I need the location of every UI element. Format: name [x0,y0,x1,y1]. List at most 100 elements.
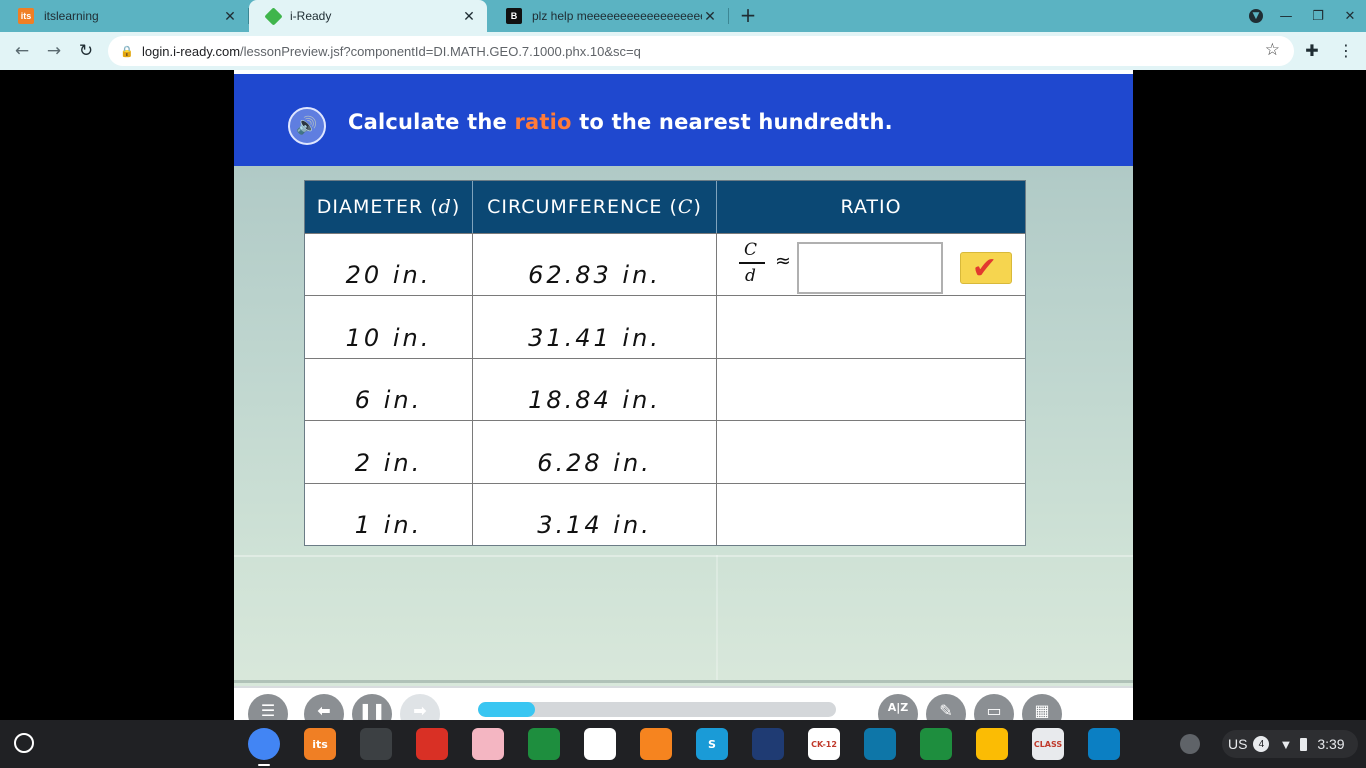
minimize-icon[interactable]: — [1272,0,1300,32]
url-text: login.i-ready.com/lessonPreview.jsf?comp… [142,43,641,59]
approx-symbol: ≈ [775,250,794,272]
lesson-progress-bar [478,702,836,717]
red-cube-icon[interactable] [416,728,448,760]
tab-brainly-question[interactable]: B plz help meeeeeeeeeeeeeeeeeeeeeeeee ✕ [488,0,728,32]
lesson-stage: 🔊 Calculate the ratio to the nearest hun… [234,70,1133,720]
address-bar[interactable]: 🔒 login.i-ready.com/lessonPreview.jsf?co… [108,36,1294,66]
speaker-icon[interactable]: 🔊 [288,107,326,145]
keyboard-locale: US [1228,736,1248,752]
close-icon[interactable]: ✕ [461,8,477,25]
close-icon[interactable]: ✕ [222,8,238,25]
active-app-indicator [258,764,270,766]
brainly-favicon-icon: B [506,8,522,24]
circumference-cell: 62.83 in. [473,234,717,296]
lock-icon: 🔒 [120,44,134,58]
close-icon[interactable]: ✕ [702,8,718,25]
table-row: 2 in. 6.28 in. [305,420,1025,483]
circumference-cell: 6.28 in. [473,421,717,483]
progress-fill [478,702,536,717]
lesson-control-bar: ☰ ⬅ ❚❚ ➡ A|Z ✎ ▭ ▦ [234,686,1133,720]
check-answer-button[interactable]: ✔ [960,250,1012,286]
diameter-cell: 1 in. [305,483,473,545]
background-wall-line [234,555,1133,557]
menu-list-icon[interactable]: ☰ [248,694,288,720]
tab-divider [728,8,729,24]
pause-icon[interactable]: ❚❚ [352,694,392,720]
ratio-cell [717,359,1025,420]
checkmark-icon: ✔ [971,250,1001,286]
itslearning-favicon-icon: its [18,8,34,24]
new-tab-button[interactable]: + [736,4,760,28]
ratio-cell [717,484,1025,545]
reload-icon[interactable]: ↻ [74,39,98,63]
diameter-cell: 10 in. [305,296,473,358]
bookmark-star-icon[interactable]: ☆ [1265,40,1280,60]
pink-app-icon[interactable] [472,728,504,760]
c-over-d-fraction: C d [739,240,765,286]
browser-toolbar: ← → ↻ 🔒 login.i-ready.com/lessonPreview.… [0,32,1366,70]
notepad-icon[interactable]: ▭ [974,694,1014,720]
class-app-icon[interactable]: CLASS [1032,728,1064,760]
header-circumference: CIRCUMFERENCE (C) [473,181,717,233]
close-window-icon[interactable]: ✕ [1336,0,1364,32]
menu-kebab-icon[interactable]: ⋮ [1334,39,1358,63]
ratio-cell [717,421,1025,482]
tab-itslearning[interactable]: its itslearning ✕ [0,0,248,32]
pencil-icon[interactable]: ✎ [926,694,966,720]
restore-icon[interactable]: ❐ [1304,0,1332,32]
geogebra-icon[interactable] [584,728,616,760]
os-shelf: its S CK-12 CLASS US 4 ▼ 3:39 [0,720,1366,768]
ratio-cell: C d ≈ ✔ [717,234,1025,295]
tab-title: plz help meeeeeeeeeeeeeeeeeeeeeeeee [532,9,702,23]
ratio-answer-input[interactable] [797,242,943,294]
classroom-icon[interactable] [920,728,952,760]
chrome-icon[interactable] [248,728,280,760]
drive-icon[interactable] [976,728,1008,760]
table-header-row: DIAMETER (d) CIRCUMFERENCE (C) RATIO [305,181,1025,233]
diameter-cell: 20 in. [305,234,473,296]
camera-icon[interactable] [360,728,392,760]
forward-arrow-icon: ➡ [400,694,440,720]
ck12-icon[interactable]: CK-12 [808,728,840,760]
battery-icon [1300,737,1308,751]
iready-cube-icon [264,6,283,26]
tab-title: itslearning [44,9,99,23]
tab-iready[interactable]: i-Ready ✕ [249,0,487,32]
back-arrow-icon[interactable]: ← [10,39,34,63]
notification-count-badge: 4 [1253,736,1270,752]
desmos-icon[interactable] [528,728,560,760]
tab-search-icon[interactable]: ▼ [1242,0,1270,32]
extensions-puzzle-icon[interactable]: ✚ [1300,39,1324,63]
wifi-icon: ▼ [1279,736,1293,752]
s-app-icon[interactable]: S [696,728,728,760]
header-ratio: RATIO [840,196,902,218]
browser-tab-strip: its itslearning ✕ i-Ready ✕ B plz help m… [0,0,1366,32]
circumference-cell: 18.84 in. [473,358,717,421]
circumference-cell: 3.14 in. [473,483,717,545]
screen-capture-icon[interactable] [1180,732,1200,756]
circumference-cell: 31.41 in. [473,296,717,358]
clock: 3:39 [1317,736,1345,752]
table-row: 20 in. 62.83 in. C d ≈ ✔ [305,233,1025,296]
header-diameter: DIAMETER (d) [305,181,473,233]
forward-arrow-icon[interactable]: → [42,39,66,63]
diameter-cell: 2 in. [305,421,473,483]
education-app-icon[interactable] [1088,728,1120,760]
table-row: 10 in. 31.41 in. [305,295,1025,358]
itslearning-app-icon[interactable]: its [304,728,336,760]
launcher-icon[interactable] [14,733,34,753]
orange-app-icon[interactable] [640,728,672,760]
prompt-text: Calculate the ratio to the nearest hundr… [348,110,893,134]
calculator-icon[interactable]: ▦ [1022,694,1062,720]
ratio-cell [717,296,1025,357]
prompt-banner: 🔊 Calculate the ratio to the nearest hun… [234,74,1133,166]
butterfly-icon[interactable] [752,728,784,760]
status-area[interactable]: US 4 ▼ 3:39 [1228,732,1345,756]
ratio-table: DIAMETER (d) CIRCUMFERENCE (C) RATIO 20 … [304,180,1026,546]
tab-title: i-Ready [290,9,332,23]
back-arrow-icon[interactable]: ⬅ [304,694,344,720]
table-row: 1 in. 3.14 in. [305,482,1025,545]
glossary-az-icon[interactable]: A|Z [878,694,918,720]
background-wall-seam [716,555,718,680]
typingclub-icon[interactable] [864,728,896,760]
